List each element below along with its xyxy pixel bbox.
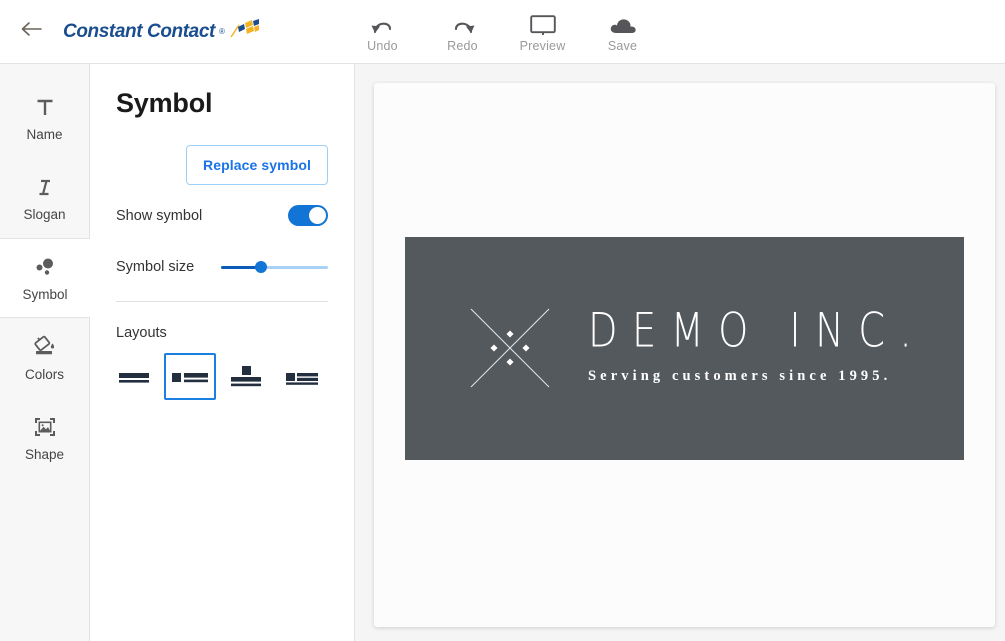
undo-label: Undo — [367, 39, 398, 53]
save-label: Save — [608, 39, 637, 53]
sidebar-item-symbol[interactable]: Symbol — [0, 238, 90, 318]
sidebar-item-name[interactable]: Name — [0, 78, 89, 158]
left-sidebar: Name Slogan Symbol — [0, 64, 90, 641]
sidebar-label-symbol: Symbol — [22, 287, 67, 302]
logo-maker-app: Constant Contact ® — [0, 0, 1005, 641]
undo-button[interactable]: Undo — [343, 10, 423, 53]
brand-trademark: ® — [219, 27, 225, 36]
top-toolbar: Constant Contact ® — [0, 0, 1005, 64]
cloud-icon — [609, 12, 637, 36]
arrow-left-icon — [20, 20, 42, 43]
logo-company-name: DEMO INC. — [588, 307, 926, 354]
undo-arrow-icon — [371, 12, 395, 36]
preview-card: DEMO INC. Serving customers since 1995. — [374, 83, 995, 627]
replace-symbol-row: Replace symbol — [116, 145, 328, 185]
redo-arrow-icon — [451, 12, 475, 36]
symbol-size-row: Symbol size — [116, 259, 328, 302]
toggle-knob — [309, 207, 326, 224]
show-symbol-row: Show symbol — [116, 205, 328, 226]
image-frame-icon — [33, 414, 57, 440]
preview-button[interactable]: Preview — [503, 10, 583, 53]
show-symbol-toggle[interactable] — [288, 205, 328, 226]
bubbles-dots-icon — [33, 254, 57, 280]
main-body: Name Slogan Symbol — [0, 64, 1005, 641]
sidebar-item-slogan[interactable]: Slogan — [0, 158, 89, 238]
symbol-size-label: Symbol size — [116, 259, 194, 275]
brand-name: Constant Contact — [63, 21, 215, 43]
replace-symbol-button[interactable]: Replace symbol — [186, 145, 328, 185]
redo-label: Redo — [447, 39, 478, 53]
italic-i-icon — [34, 174, 56, 200]
slider-thumb[interactable] — [255, 261, 267, 273]
sidebar-label-shape: Shape — [25, 447, 64, 462]
back-button[interactable] — [9, 10, 53, 54]
layouts-options — [108, 353, 328, 400]
show-symbol-label: Show symbol — [116, 208, 202, 224]
save-button[interactable]: Save — [583, 10, 663, 53]
layouts-label: Layouts — [116, 325, 328, 341]
sidebar-label-name: Name — [26, 127, 62, 142]
monitor-icon — [530, 12, 556, 36]
sidebar-item-shape[interactable]: Shape — [0, 398, 89, 478]
text-t-icon — [34, 94, 56, 120]
preview-label: Preview — [520, 39, 566, 53]
layout-option-symbol-left-two-lines[interactable] — [276, 353, 328, 400]
layout-option-symbol-top-centered[interactable] — [220, 353, 272, 400]
paint-bucket-icon — [32, 334, 58, 360]
x-cross-with-diamonds-icon — [467, 305, 553, 391]
constant-contact-flag-logo — [230, 19, 260, 44]
logo-slogan: Serving customers since 1995. — [588, 368, 940, 385]
layout-option-stacked-bars[interactable] — [108, 353, 160, 400]
logo-preview[interactable]: DEMO INC. Serving customers since 1995. — [405, 237, 964, 460]
sidebar-item-colors[interactable]: Colors — [0, 318, 89, 398]
logo-text-block: DEMO INC. Serving customers since 1995. — [588, 311, 940, 385]
sidebar-label-colors: Colors — [25, 367, 64, 382]
symbol-panel: Symbol Replace symbol Show symbol Symbol… — [90, 64, 355, 641]
symbol-size-slider[interactable] — [221, 260, 328, 274]
preview-canvas: DEMO INC. Serving customers since 1995. — [355, 64, 1005, 641]
brand-logo[interactable]: Constant Contact ® — [63, 19, 260, 44]
sidebar-label-slogan: Slogan — [23, 207, 65, 222]
layout-option-symbol-left[interactable] — [164, 353, 216, 400]
redo-button[interactable]: Redo — [423, 10, 503, 53]
page-title: Symbol — [116, 88, 328, 119]
